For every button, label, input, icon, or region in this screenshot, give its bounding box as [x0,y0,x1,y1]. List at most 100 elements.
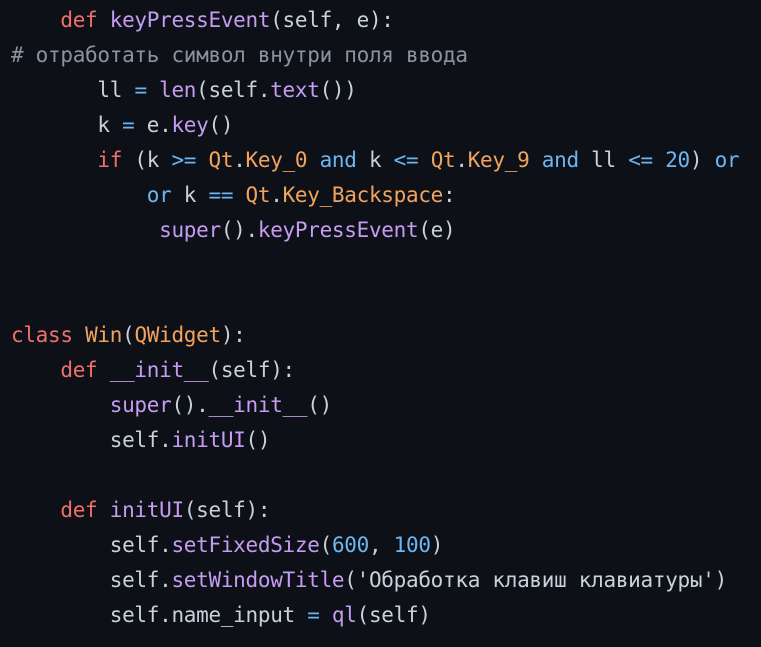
code-line: super().__init__() [11,388,761,423]
code-token: k [356,148,394,172]
code-token: ll [11,78,135,102]
code-token: ( [319,533,333,557]
code-token: and [319,148,357,172]
code-line: k = e.key() [11,108,761,143]
code-editor[interactable]: def keyPressEvent(self, e): # отработать … [0,0,761,633]
code-token: . [270,183,283,207]
code-line: or k == Qt.Key_Backspace: [11,178,761,213]
code-token: 'Обработка клавиш клавиатуры' [356,568,715,592]
code-line: def __init__(self): [11,353,761,388]
code-token: and [541,148,579,172]
code-token: . [455,148,468,172]
code-token: ): [220,323,246,347]
code-token: <= [393,148,419,172]
code-token: (self): [183,498,271,522]
code-token: Qt [208,148,234,172]
code-token: . [233,148,246,172]
code-token: , [368,533,394,557]
code-token: def [60,498,98,522]
code-token: (self): [208,358,296,382]
code-token: == [208,183,234,207]
code-token: (k [122,148,172,172]
code-token: = [134,78,147,102]
code-line: self.setFixedSize(600, 100) [11,528,761,563]
code-token: len [159,78,197,102]
code-token: ) [689,148,715,172]
code-line: self.name_input = ql(self) [11,598,761,633]
code-line: self.setWindowTitle('Обработка клавиш кл… [11,563,761,598]
code-token: __init__ [208,393,308,417]
code-token: Key_Backspace [282,183,444,207]
code-line: super().keyPressEvent(e) [11,213,761,248]
code-token: e. [134,113,172,137]
code-token: keyPressEvent [257,218,419,242]
code-token: class [11,323,73,347]
code-token: ()) [319,78,357,102]
code-token: or [714,148,740,172]
code-token: k [171,183,209,207]
code-token: ( [344,568,357,592]
code-token: key [171,113,209,137]
code-token: (e) [418,218,456,242]
code-token: def [60,8,98,32]
code-token: if [97,148,123,172]
code-token: initUI [109,498,184,522]
code-token: 600 [331,533,369,557]
code-token: Qt [245,183,271,207]
code-token: setFixedSize [171,533,320,557]
code-token: __init__ [109,358,209,382]
code-token: setWindowTitle [171,568,345,592]
code-token: def [60,358,98,382]
code-token: () [208,113,234,137]
code-line: self.initUI() [11,423,761,458]
code-token: super [109,393,172,417]
code-token: QWidget [134,323,221,347]
code-token: text [270,78,320,102]
code-token: ) [714,568,728,592]
code-token: self. [11,428,172,452]
code-token: or [146,183,172,207]
code-token: k [11,113,123,137]
code-line: # отработать символ внутри поля ввода [11,38,761,73]
code-token: (). [220,218,258,242]
code-token: ) [430,533,444,557]
code-token: (self) [356,603,431,627]
code-token: initUI [171,428,246,452]
code-token: = [122,113,135,137]
code-token: = [307,603,320,627]
code-token: self. [11,568,172,592]
code-token: super [159,218,221,242]
code-token: () [307,393,332,417]
code-line: class Win(QWidget): [11,318,761,353]
code-token: # отработать символ внутри поля ввода [11,43,468,67]
code-line: def initUI(self): [11,493,761,528]
code-token: self.name_input [11,603,308,627]
code-token: 20 [665,148,690,172]
code-token: (). [171,393,209,417]
code-token: : [443,183,456,207]
code-token: Key_0 [245,148,308,172]
code-token: Key_9 [467,148,530,172]
code-token: Qt [430,148,456,172]
